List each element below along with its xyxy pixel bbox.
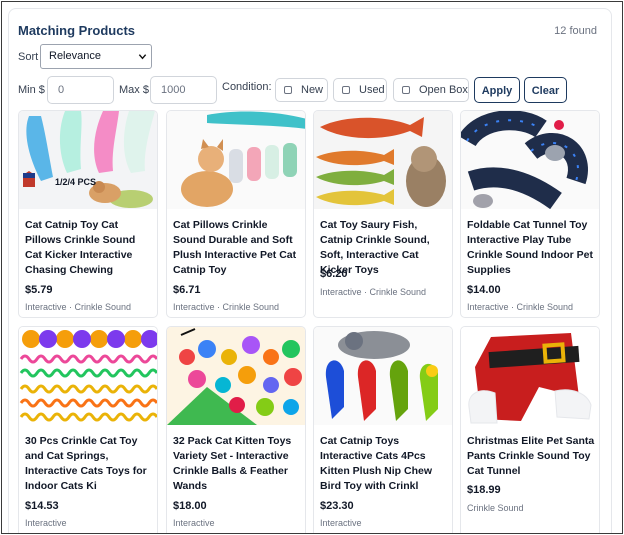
product-card[interactable]: 32 Pack Cat Kitten Toys Variety Set - In… — [166, 326, 306, 533]
image-badge-text: 1/2/4 PCS — [55, 177, 96, 187]
product-price: $14.00 — [467, 284, 501, 296]
product-name[interactable]: Cat Pillows Crinkle Sound Durable and So… — [173, 218, 303, 278]
product-tags: Interactive — [25, 518, 67, 528]
product-card[interactable]: 30 Pcs Crinkle Cat Toy and Cat Springs, … — [18, 326, 158, 533]
product-name[interactable]: Christmas Elite Pet Santa Pants Crinkle … — [467, 434, 597, 479]
clear-button[interactable]: Clear — [524, 77, 567, 103]
product-image — [314, 327, 452, 425]
checkbox-icon — [402, 86, 410, 94]
product-tags: Interactive · Crinkle Sound — [25, 302, 132, 312]
product-price: $23.30 — [320, 500, 354, 512]
product-card[interactable]: Foldable Cat Tunnel Toy Interactive Play… — [460, 110, 600, 318]
sort-select[interactable]: Relevance — [40, 44, 152, 69]
product-card[interactable]: Cat Catnip Toys Interactive Cats 4Pcs Ki… — [313, 326, 453, 533]
condition-open-box-label: Open Box — [419, 84, 468, 96]
results-count: 12 found — [554, 25, 597, 37]
checkbox-icon — [284, 86, 292, 94]
product-name[interactable]: Cat Catnip Toys Interactive Cats 4Pcs Ki… — [320, 434, 450, 494]
product-card[interactable]: Cat Pillows Crinkle Sound Durable and So… — [166, 110, 306, 318]
product-price: $18.00 — [173, 500, 207, 512]
max-price-label: Max $ — [119, 84, 149, 96]
min-price-input[interactable]: 0 — [47, 76, 114, 104]
condition-open-box-checkbox[interactable]: Open Box — [393, 78, 469, 102]
app-frame: Matching Products 12 found Sort Relevanc… — [1, 1, 623, 534]
product-price: $18.99 — [467, 484, 501, 496]
product-card[interactable]: Christmas Elite Pet Santa Pants Crinkle … — [460, 326, 600, 533]
sort-selected-value: Relevance — [49, 50, 101, 62]
product-name[interactable]: Cat Catnip Toy Cat Pillows Crinkle Sound… — [25, 218, 155, 278]
product-price: $6.71 — [173, 284, 201, 296]
min-price-placeholder: 0 — [58, 84, 65, 96]
product-tags: Interactive — [320, 518, 362, 528]
section-title: Matching Products — [18, 23, 136, 38]
condition-label: Condition: — [222, 81, 272, 93]
condition-used-checkbox[interactable]: Used — [333, 78, 387, 102]
product-tags: Interactive · Crinkle Sound — [320, 287, 427, 297]
product-price: $6.20 — [320, 268, 348, 280]
product-name[interactable]: Foldable Cat Tunnel Toy Interactive Play… — [467, 218, 597, 278]
condition-new-checkbox[interactable]: New — [275, 78, 328, 102]
product-tags: Crinkle Sound — [467, 503, 524, 513]
product-name[interactable]: 30 Pcs Crinkle Cat Toy and Cat Springs, … — [25, 434, 155, 494]
condition-new-label: New — [301, 84, 324, 96]
apply-button[interactable]: Apply — [474, 77, 520, 103]
max-price-input[interactable]: 1000 — [150, 76, 217, 104]
product-image — [461, 327, 599, 425]
product-image — [461, 111, 599, 209]
product-price: $14.53 — [25, 500, 59, 512]
condition-used-label: Used — [359, 84, 385, 96]
chevron-down-icon — [138, 54, 147, 60]
product-image — [167, 327, 305, 425]
product-name[interactable]: 32 Pack Cat Kitten Toys Variety Set - In… — [173, 434, 303, 494]
product-image — [314, 111, 452, 209]
product-tags: Interactive — [173, 518, 215, 528]
product-card[interactable]: Cat Toy Saury Fish, Catnip Crinkle Sound… — [313, 110, 453, 318]
checkbox-icon — [342, 86, 350, 94]
product-tags: Interactive · Crinkle Sound — [467, 302, 574, 312]
min-price-label: Min $ — [18, 84, 45, 96]
product-price: $5.79 — [25, 284, 53, 296]
product-image — [167, 111, 305, 209]
product-tags: Interactive · Crinkle Sound — [173, 302, 280, 312]
sort-label: Sort — [18, 51, 39, 63]
max-price-placeholder: 1000 — [161, 84, 186, 96]
product-card[interactable]: 1/2/4 PCS Cat Catnip Toy Cat Pillows Cri… — [18, 110, 158, 318]
product-image: 1/2/4 PCS — [19, 111, 157, 209]
product-image — [19, 327, 157, 425]
